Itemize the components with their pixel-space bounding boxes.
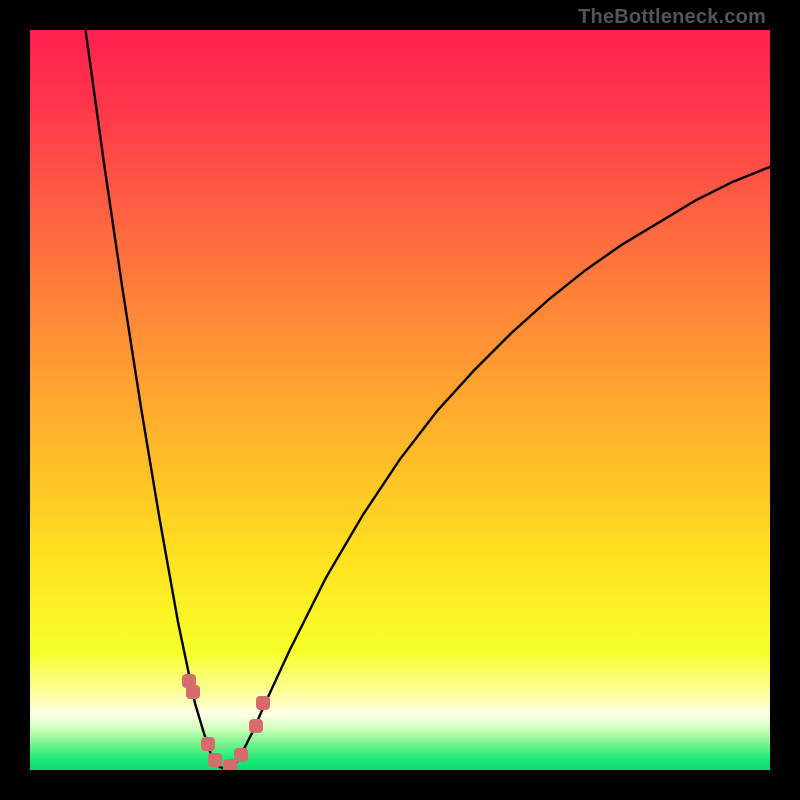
bottleneck-marker xyxy=(234,748,248,762)
chart-frame: TheBottleneck.com xyxy=(0,0,800,800)
curve-right-branch xyxy=(226,167,770,770)
curve-svg xyxy=(30,30,770,770)
bottleneck-marker xyxy=(249,719,263,733)
plot-area xyxy=(30,30,770,770)
bottleneck-marker xyxy=(186,685,200,699)
curve-left-branch xyxy=(86,30,227,770)
bottleneck-marker xyxy=(201,737,215,751)
bottleneck-marker xyxy=(208,753,222,767)
bottleneck-marker xyxy=(256,696,270,710)
watermark-text: TheBottleneck.com xyxy=(578,6,766,29)
